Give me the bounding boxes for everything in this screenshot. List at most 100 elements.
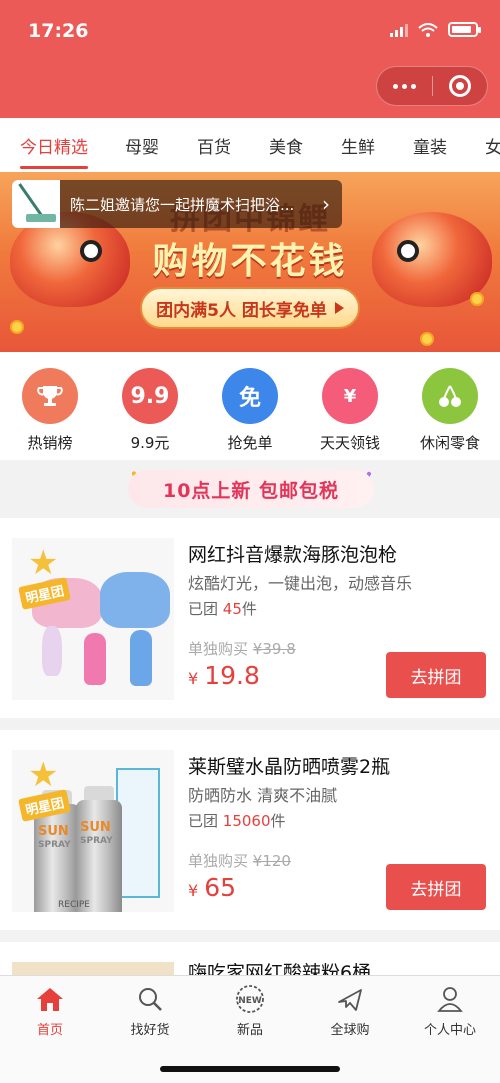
nav-label: 新品 bbox=[236, 1023, 263, 1038]
star-icon: ★ bbox=[28, 755, 59, 795]
battery-icon bbox=[448, 22, 481, 37]
product-desc: 防晒防水 清爽不油腻 bbox=[188, 786, 338, 805]
trophy-icon bbox=[22, 368, 78, 424]
home-indicator[interactable] bbox=[160, 1066, 340, 1072]
nav-label: 首页 bbox=[36, 1023, 63, 1038]
play-arrow-icon bbox=[334, 302, 344, 314]
tab-fresh[interactable]: 生鲜 bbox=[341, 133, 375, 158]
toy-gun-handle bbox=[42, 626, 62, 676]
product-card[interactable]: ★ 明星团 网红抖音爆款海豚泡泡枪 炫酷灯光，一键出泡，动感音乐 已团 45件 … bbox=[0, 518, 500, 718]
status-time: 17:26 bbox=[28, 20, 89, 42]
group-invite-toast[interactable]: 陈二姐邀请您一起拼魔术扫把浴... › bbox=[12, 180, 342, 228]
home-icon bbox=[35, 984, 65, 1014]
group-price: ¥65 bbox=[188, 873, 236, 902]
price-9-9-icon: 9.9 bbox=[122, 368, 178, 424]
star-group-badge: ★ 明星团 bbox=[16, 756, 82, 822]
promo-pill: 10点上新 包邮包税 bbox=[128, 470, 374, 508]
group-count: 已团 45件 bbox=[188, 598, 257, 619]
badge-label: 明星团 bbox=[18, 577, 71, 610]
group-count-number: 15060 bbox=[222, 812, 271, 830]
product-image-bubble-gun: ★ 明星团 bbox=[12, 538, 174, 700]
tab-today[interactable]: 今日精选 bbox=[20, 133, 88, 158]
badge-label: 明星团 bbox=[18, 789, 71, 822]
bubble-bottle-blue bbox=[130, 630, 152, 686]
can-sublabel: SPRAY bbox=[80, 836, 113, 846]
currency-symbol: ¥ bbox=[188, 669, 199, 688]
product-desc: 炫酷灯光，一键出泡，动感音乐 bbox=[188, 574, 413, 593]
tab-kids-wear[interactable]: 童装 bbox=[413, 133, 447, 158]
group-suffix: 件 bbox=[241, 600, 257, 618]
search-icon bbox=[135, 984, 165, 1014]
single-buy-label: 单独购买 bbox=[188, 640, 249, 658]
category-tabs: 今日精选 母婴 百货 美食 生鲜 童装 女 bbox=[0, 118, 500, 172]
tab-women[interactable]: 女 bbox=[485, 133, 500, 158]
quick-label: 天天领钱 bbox=[319, 434, 380, 452]
wifi-icon bbox=[418, 22, 438, 37]
quick-links: 热销榜 9.9 9.9元 免 抢免单 ¥ 天天领钱 休闲零食 bbox=[0, 352, 500, 460]
promo-strip[interactable]: 10点上新 包邮包税 bbox=[0, 460, 500, 518]
currency-symbol: ¥ bbox=[188, 881, 199, 900]
bubble-bottle-pink bbox=[84, 633, 106, 685]
free-icon: 免 bbox=[222, 368, 278, 424]
product-image-sunscreen: SUN SPRAY SUN SPRAY RECIPE ★ 明星团 bbox=[12, 750, 174, 912]
single-buy-amount: ¥39.8 bbox=[252, 640, 296, 658]
nav-find[interactable]: 找好货 bbox=[100, 984, 200, 1038]
join-group-button[interactable]: 去拼团 bbox=[386, 864, 486, 910]
group-prefix: 已团 bbox=[188, 812, 219, 830]
tab-baby[interactable]: 母婴 bbox=[125, 133, 159, 158]
group-count: 已团 15060件 bbox=[188, 810, 286, 831]
coin-icon bbox=[10, 320, 24, 334]
miniprogram-capsule bbox=[376, 66, 488, 106]
group-suffix: 件 bbox=[270, 812, 286, 830]
join-group-button[interactable]: 去拼团 bbox=[386, 652, 486, 698]
nav-label: 个人中心 bbox=[423, 1023, 476, 1038]
new-icon-text: NEW bbox=[238, 996, 262, 1006]
close-miniprogram-button[interactable] bbox=[432, 75, 487, 97]
nav-home[interactable]: 首页 bbox=[0, 984, 100, 1038]
promo-text: 10点上新 包邮包税 bbox=[162, 479, 340, 502]
invite-text: 陈二姐邀请您一起拼魔术扫把浴... bbox=[70, 195, 295, 214]
spray-can: SUN SPRAY bbox=[76, 800, 122, 912]
battery-level bbox=[452, 26, 471, 33]
cellular-signal-icon bbox=[390, 23, 408, 37]
coin-icon bbox=[420, 332, 434, 346]
product-title: 网红抖音爆款海豚泡泡枪 bbox=[188, 544, 398, 566]
quick-free[interactable]: 免 抢免单 bbox=[200, 368, 300, 453]
product-card[interactable]: SUN SPRAY SUN SPRAY RECIPE ★ 明星团 莱斯璧水晶防晒… bbox=[0, 730, 500, 930]
product-title: 莱斯璧水晶防晒喷雾2瓶 bbox=[188, 756, 391, 778]
active-tab-indicator bbox=[20, 166, 88, 169]
mop-thumbnail bbox=[12, 180, 60, 228]
can-label: SUN bbox=[38, 824, 69, 839]
banner-cta-label: 团内满5人 团长享免单 bbox=[156, 300, 327, 321]
new-icon: NEW bbox=[235, 984, 265, 1014]
can-label: SUN bbox=[80, 820, 111, 835]
quick-daily-cash[interactable]: ¥ 天天领钱 bbox=[300, 368, 400, 453]
price-value: 65 bbox=[204, 873, 236, 902]
nav-profile[interactable]: 个人中心 bbox=[400, 984, 500, 1038]
can-sublabel: SPRAY bbox=[38, 840, 71, 850]
nav-global[interactable]: 全球购 bbox=[300, 984, 400, 1038]
more-icon[interactable] bbox=[377, 83, 432, 89]
nav-new[interactable]: NEW 新品 bbox=[200, 984, 300, 1038]
quick-snacks[interactable]: 休闲零食 bbox=[400, 368, 500, 453]
brand-text: RECIPE bbox=[58, 900, 90, 910]
tab-food[interactable]: 美食 bbox=[269, 133, 303, 158]
coin-icon bbox=[470, 292, 484, 306]
quick-9-9[interactable]: 9.9 9.9元 bbox=[100, 368, 200, 453]
title-bar: 17:26 bbox=[0, 0, 500, 118]
sunscreen-box bbox=[116, 768, 160, 898]
star-icon: ★ bbox=[28, 543, 59, 583]
cherry-icon bbox=[422, 368, 478, 424]
single-buy-price: 单独购买 ¥39.8 bbox=[188, 638, 296, 659]
nav-label: 找好货 bbox=[130, 1023, 170, 1038]
group-price: ¥19.8 bbox=[188, 661, 260, 690]
tab-general[interactable]: 百货 bbox=[197, 133, 231, 158]
banner-cta[interactable]: 团内满5人 团长享免单 bbox=[140, 287, 360, 329]
plane-icon bbox=[335, 984, 365, 1014]
toy-gun-blue bbox=[100, 572, 170, 628]
single-buy-price: 单独购买 ¥120 bbox=[188, 850, 291, 871]
single-buy-amount: ¥120 bbox=[252, 852, 291, 870]
quick-hot-list[interactable]: 热销榜 bbox=[0, 368, 100, 453]
star-group-badge: ★ 明星团 bbox=[16, 544, 82, 610]
chevron-right-icon: › bbox=[322, 192, 330, 216]
